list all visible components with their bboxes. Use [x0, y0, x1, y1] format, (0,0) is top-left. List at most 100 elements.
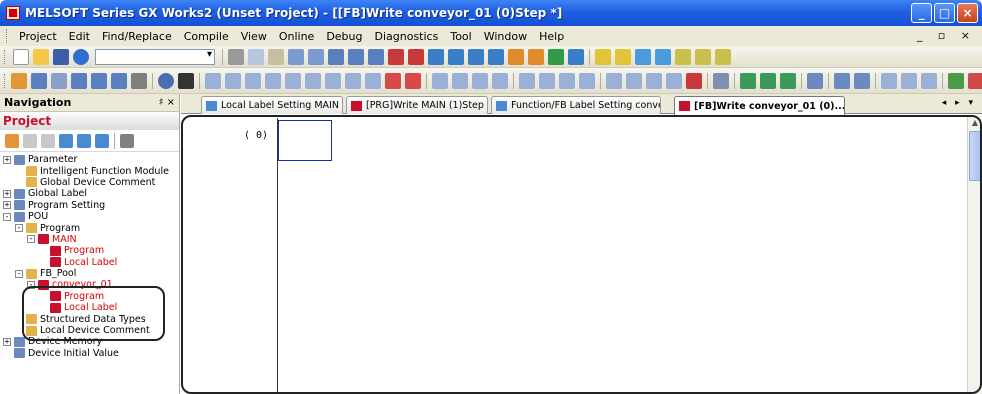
expand-toggle-icon[interactable]: + — [3, 201, 11, 210]
collapse-icon[interactable] — [95, 133, 109, 148]
write-device-icon[interactable] — [348, 48, 364, 65]
invert-operation-icon[interactable] — [579, 72, 595, 89]
maximize-button[interactable]: □ — [934, 3, 955, 23]
device-search-icon[interactable] — [328, 48, 344, 65]
operation-result-rising-icon[interactable] — [539, 72, 555, 89]
menu-project[interactable]: Project — [13, 30, 63, 43]
tree-item[interactable]: + Parameter — [0, 154, 179, 165]
tree-item[interactable]: Intelligent Function Module — [0, 165, 179, 177]
monitor-stop-icon[interactable] — [468, 48, 484, 65]
menu-edit[interactable]: Edit — [63, 30, 96, 43]
cross-reference-icon[interactable] — [675, 48, 691, 65]
paste-icon[interactable] — [268, 48, 284, 65]
simulation-icon[interactable] — [615, 48, 631, 65]
note-icon[interactable] — [760, 72, 776, 89]
cut-icon[interactable] — [228, 48, 244, 65]
tree-item[interactable]: + Global Label — [0, 188, 179, 199]
tree-item[interactable]: - POU — [0, 211, 179, 222]
expand-toggle-icon[interactable]: + — [3, 155, 11, 164]
tab-scroll-icons[interactable]: ◂ ▸ ▾ — [942, 98, 976, 108]
tree-item[interactable]: Device Initial Value — [0, 348, 179, 359]
close-button[interactable]: × — [957, 3, 978, 23]
statement-note-batch-icon[interactable] — [780, 72, 796, 89]
delete-horizontal-line-icon[interactable] — [365, 72, 381, 89]
project-section-header[interactable]: Project — [0, 112, 179, 130]
rebuild-icon[interactable] — [528, 48, 544, 65]
copy-data-icon[interactable] — [23, 133, 37, 148]
read-device-icon[interactable] — [368, 48, 384, 65]
scroll-up-icon[interactable]: ▲ — [968, 115, 982, 130]
toolbar-grip[interactable] — [4, 73, 5, 88]
sort-icon[interactable] — [120, 133, 134, 148]
menu-help[interactable]: Help — [533, 30, 570, 43]
tree-item[interactable]: Program — [0, 245, 179, 256]
close-contact-icon[interactable] — [245, 72, 261, 89]
falling-pulse-close-icon[interactable] — [519, 72, 535, 89]
tree-item[interactable]: + Program Setting — [0, 200, 179, 211]
scroll-thumb[interactable] — [969, 131, 981, 181]
tree-item[interactable]: Global Device Comment — [0, 177, 179, 188]
vertical-line-icon[interactable] — [345, 72, 361, 89]
project-view-icon[interactable] — [11, 72, 27, 89]
monitor-icon[interactable] — [448, 48, 464, 65]
tree-item[interactable]: Local Label — [0, 257, 179, 268]
toolbar-grip[interactable] — [4, 49, 7, 64]
element-selection-icon[interactable] — [51, 72, 67, 89]
expand-toggle-icon[interactable]: - — [15, 269, 23, 278]
paste-data-icon[interactable] — [41, 133, 55, 148]
find-icon[interactable] — [158, 72, 174, 89]
menu-debug[interactable]: Debug — [320, 30, 368, 43]
verify-icon[interactable] — [428, 48, 444, 65]
device-list-icon[interactable] — [695, 48, 711, 65]
monitor-mode-icon[interactable] — [921, 72, 937, 89]
online-program-change-icon[interactable] — [568, 48, 584, 65]
line-insert-icon[interactable] — [606, 72, 622, 89]
watch-icon[interactable] — [488, 48, 504, 65]
tab-local-label-main[interactable]: Local Label Setting MAIN [PRG] — [201, 96, 343, 114]
inline-st-icon[interactable] — [968, 72, 982, 89]
project-combo[interactable] — [95, 48, 215, 65]
expand-toggle-icon[interactable]: + — [3, 337, 11, 346]
write-mode-icon[interactable] — [901, 72, 917, 89]
comment-icon[interactable] — [713, 72, 729, 89]
label-list-icon[interactable] — [715, 48, 731, 65]
diagnostics-icon[interactable] — [595, 48, 611, 65]
tree-item[interactable]: - MAIN — [0, 234, 179, 245]
watch-window-icon[interactable] — [131, 72, 147, 89]
navigation-window-icon[interactable] — [31, 72, 47, 89]
help-icon[interactable] — [73, 48, 89, 65]
open-project-icon[interactable] — [33, 48, 49, 65]
operation-result-falling-icon[interactable] — [559, 72, 575, 89]
line-delete-icon[interactable] — [626, 72, 642, 89]
zoom-icon[interactable] — [854, 72, 870, 89]
menu-diagnostics[interactable]: Diagnostics — [369, 30, 445, 43]
plc-read-icon[interactable] — [408, 48, 424, 65]
redo-icon[interactable] — [308, 48, 324, 65]
new-project-icon[interactable] — [13, 48, 29, 65]
falling-pulse-branch-icon[interactable] — [472, 72, 488, 89]
menu-compile[interactable]: Compile — [178, 30, 235, 43]
pin-close-icon[interactable]: ♯ × — [157, 97, 175, 108]
falling-pulse-icon[interactable] — [432, 72, 448, 89]
draw-line-icon[interactable] — [686, 72, 702, 89]
delete-vertical-line-icon[interactable] — [385, 72, 401, 89]
open-contact-icon[interactable] — [205, 72, 221, 89]
menu-find-replace[interactable]: Find/Replace — [96, 30, 178, 43]
menu-tool[interactable]: Tool — [444, 30, 477, 43]
device-batch-icon[interactable] — [635, 48, 651, 65]
app-icon[interactable] — [6, 6, 20, 20]
tab-fb-label-setting[interactable]: Function/FB Label Setting conveyor... — [491, 96, 661, 114]
parameter-check-icon[interactable] — [655, 48, 671, 65]
menu-online[interactable]: Online — [273, 30, 320, 43]
menu-grip[interactable] — [6, 29, 9, 43]
expand-toggle-icon[interactable]: - — [3, 212, 11, 221]
ladder-cursor[interactable] — [278, 120, 332, 161]
label-display-icon[interactable] — [834, 72, 850, 89]
undo-icon[interactable] — [288, 48, 304, 65]
application-instruction-icon[interactable] — [305, 72, 321, 89]
expand-toggle-icon[interactable]: - — [15, 224, 23, 233]
save-icon[interactable] — [53, 48, 69, 65]
cross-ref-window-icon[interactable] — [91, 72, 107, 89]
coil-icon[interactable] — [285, 72, 301, 89]
expand-icon[interactable] — [77, 133, 91, 148]
